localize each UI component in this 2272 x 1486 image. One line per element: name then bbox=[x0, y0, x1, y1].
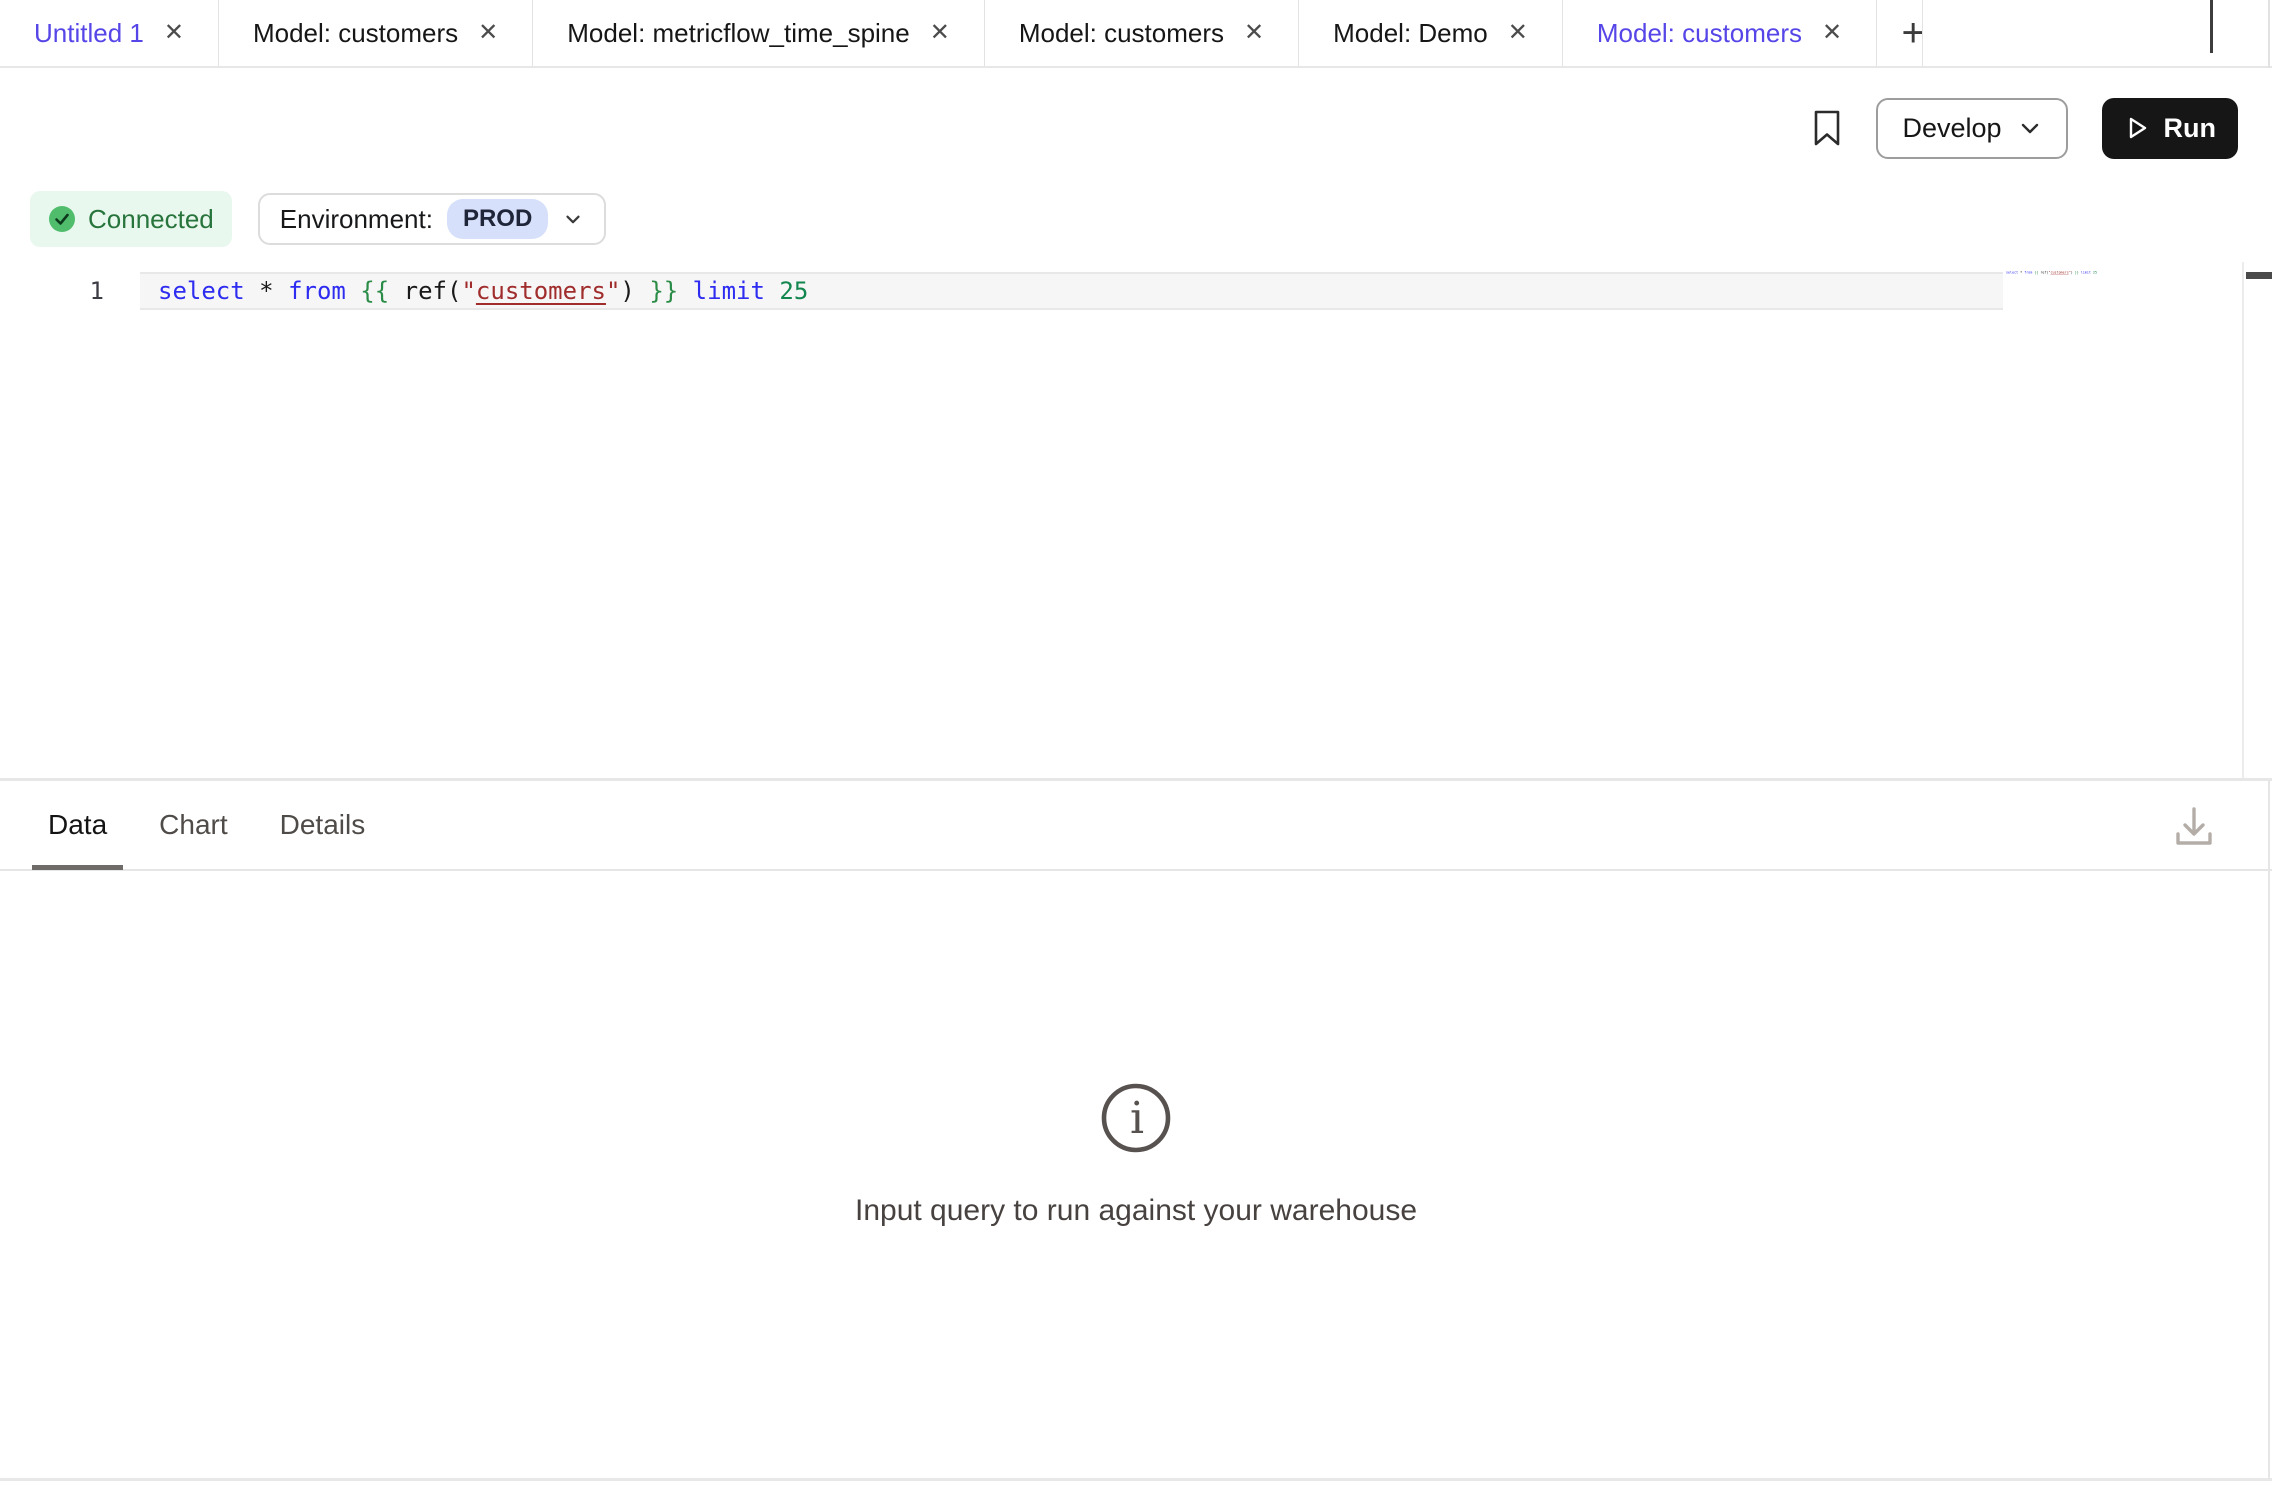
active-line-highlight[interactable]: select * from {{ ref("customers") }} lim… bbox=[140, 272, 2003, 310]
environment-selector[interactable]: Environment: PROD bbox=[258, 193, 607, 245]
run-button-label: Run bbox=[2164, 113, 2216, 144]
close-icon[interactable]: ✕ bbox=[1508, 21, 1528, 45]
tab-model-metricflow-time-spine[interactable]: Model: metricflow_time_spine ✕ bbox=[533, 0, 985, 66]
tab-label: Untitled 1 bbox=[34, 18, 144, 49]
empty-state: i Input query to run against your wareho… bbox=[0, 1081, 2272, 1228]
right-edge-rule-bottom bbox=[2268, 781, 2270, 1478]
tab-untitled-1[interactable]: Untitled 1 ✕ bbox=[0, 0, 219, 66]
close-icon[interactable]: ✕ bbox=[1244, 21, 1264, 45]
tab-label: Model: customers bbox=[253, 18, 458, 49]
develop-button[interactable]: Develop bbox=[1876, 98, 2067, 159]
scrollbar-thumb[interactable] bbox=[2246, 272, 2272, 279]
tab-strip-end-marker bbox=[2210, 0, 2213, 53]
status-row: Connected Environment: PROD bbox=[30, 191, 606, 247]
connection-status-badge: Connected bbox=[30, 191, 232, 247]
tab-data[interactable]: Data bbox=[48, 780, 107, 870]
download-icon[interactable] bbox=[2163, 795, 2225, 860]
results-panel: Data Chart Details i Input query to run … bbox=[0, 781, 2272, 1478]
right-edge-rule-top bbox=[2268, 0, 2270, 68]
check-circle-icon bbox=[48, 205, 76, 233]
bottom-rule bbox=[0, 1478, 2272, 1481]
chevron-down-icon bbox=[2018, 116, 2042, 140]
close-icon[interactable]: ✕ bbox=[164, 21, 184, 45]
tab-label: Model: customers bbox=[1019, 18, 1224, 49]
line-number: 1 bbox=[90, 277, 104, 305]
minimap-code-line: select * from {{ ref("customers") }} lim… bbox=[2006, 270, 2097, 274]
tab-model-customers-1[interactable]: Model: customers ✕ bbox=[219, 0, 533, 66]
editor-minimap[interactable]: select * from {{ ref("customers") }} lim… bbox=[2006, 270, 2242, 778]
close-icon[interactable]: ✕ bbox=[1822, 21, 1842, 45]
tab-label: Model: metricflow_time_spine bbox=[567, 18, 909, 49]
app-root: Untitled 1 ✕ Model: customers ✕ Model: m… bbox=[0, 0, 2272, 1486]
sql-editor[interactable]: 1 select * from {{ ref("customers") }} l… bbox=[0, 256, 2272, 778]
tab-model-customers-2[interactable]: Model: customers ✕ bbox=[985, 0, 1299, 66]
editor-tab-bar: Untitled 1 ✕ Model: customers ✕ Model: m… bbox=[0, 0, 2272, 68]
environment-value-badge: PROD bbox=[447, 199, 548, 239]
tab-model-demo[interactable]: Model: Demo ✕ bbox=[1299, 0, 1563, 66]
tab-model-customers-3[interactable]: Model: customers ✕ bbox=[1563, 0, 1877, 66]
tab-strip-divider bbox=[1922, 0, 1923, 66]
tab-details[interactable]: Details bbox=[280, 780, 366, 870]
tab-label: Model: customers bbox=[1597, 18, 1802, 49]
environment-label: Environment: bbox=[280, 204, 433, 235]
close-icon[interactable]: ✕ bbox=[930, 21, 950, 45]
empty-state-message: Input query to run against your warehous… bbox=[0, 1194, 2272, 1228]
develop-button-label: Develop bbox=[1902, 113, 2001, 144]
run-button[interactable]: Run bbox=[2102, 98, 2238, 159]
play-icon bbox=[2124, 115, 2150, 141]
close-icon[interactable]: ✕ bbox=[478, 21, 498, 45]
tab-chart[interactable]: Chart bbox=[159, 780, 227, 870]
info-icon: i bbox=[1099, 1081, 1173, 1155]
tab-label: Model: Demo bbox=[1333, 18, 1488, 49]
svg-text:i: i bbox=[1130, 1093, 1144, 1144]
bookmark-icon[interactable] bbox=[1812, 109, 1842, 147]
connected-label: Connected bbox=[88, 204, 214, 235]
editor-scrollbar[interactable] bbox=[2242, 262, 2272, 778]
results-tab-bar: Data Chart Details bbox=[0, 781, 2272, 871]
toolbar: Develop Run bbox=[1812, 82, 2238, 174]
code-line: select * from {{ ref("customers") }} lim… bbox=[158, 274, 808, 308]
new-tab-button[interactable]: + bbox=[1877, 0, 1949, 66]
line-number-gutter: 1 bbox=[0, 272, 140, 310]
chevron-down-icon bbox=[562, 208, 584, 230]
